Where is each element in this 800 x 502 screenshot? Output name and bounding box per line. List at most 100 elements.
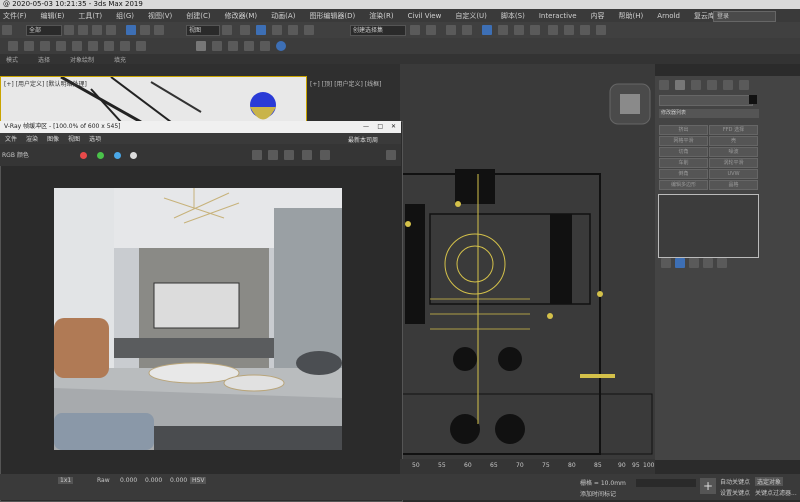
minimize-icon[interactable]: — xyxy=(363,121,369,133)
save-image-icon[interactable] xyxy=(252,150,262,160)
blue-channel-icon[interactable] xyxy=(114,152,121,159)
hierarchy-tab-icon[interactable] xyxy=(691,80,701,90)
modifier-btn-bevel[interactable]: 倒角 xyxy=(659,169,708,179)
menu-tools[interactable]: 工具(T) xyxy=(78,11,102,21)
menu-modifiers[interactable]: 修改器(M) xyxy=(225,11,258,21)
vray-menu-view[interactable]: 视图 xyxy=(68,134,80,143)
render-teapot-icon[interactable] xyxy=(596,25,606,35)
key-filters-button[interactable]: 关键点过滤器... xyxy=(755,488,797,497)
display-icon[interactable] xyxy=(56,41,66,51)
make-unique-icon[interactable] xyxy=(689,258,699,268)
object-color-swatch[interactable] xyxy=(749,95,757,104)
teapot-icon[interactable] xyxy=(136,41,146,51)
render-setup-icon[interactable] xyxy=(530,25,540,35)
motion-icon[interactable] xyxy=(88,41,98,51)
ribbon-tab-select[interactable]: 选择 xyxy=(38,55,50,64)
orbit-icon[interactable] xyxy=(212,41,222,51)
menu-file[interactable]: 文件(F) xyxy=(3,11,27,21)
schematic-view-icon[interactable] xyxy=(498,25,508,35)
spinner-snap-icon[interactable] xyxy=(304,25,314,35)
ribbon-tab-mode[interactable]: 模式 xyxy=(6,55,18,64)
menu-content[interactable]: 内容 xyxy=(591,11,605,21)
alpha-channel-icon[interactable] xyxy=(130,152,137,159)
playback-controls[interactable] xyxy=(636,479,696,487)
red-channel-icon[interactable] xyxy=(80,152,87,159)
angle-snap-icon[interactable] xyxy=(272,25,282,35)
add-key-icon[interactable]: + xyxy=(700,478,716,494)
render-iterative-icon[interactable] xyxy=(580,25,590,35)
menu-graph-editors[interactable]: 图形编辑器(D) xyxy=(309,11,355,21)
isolate-icon[interactable] xyxy=(276,41,286,51)
fov-icon[interactable] xyxy=(260,41,270,51)
menu-animation[interactable]: 动画(A) xyxy=(271,11,295,21)
configure-sets-icon[interactable] xyxy=(717,258,727,268)
ribbon-tab-populate[interactable]: 填充 xyxy=(114,55,126,64)
modifier-btn-noise[interactable]: 噪波 xyxy=(709,147,758,157)
select-object-icon[interactable] xyxy=(64,25,74,35)
menu-group[interactable]: 组(G) xyxy=(116,11,134,21)
lens-effects-icon[interactable] xyxy=(320,150,330,160)
menu-help[interactable]: 帮助(H) xyxy=(619,11,644,21)
menu-civil-view[interactable]: Civil View xyxy=(408,12,442,20)
green-channel-icon[interactable] xyxy=(97,152,104,159)
modifier-btn-lattice[interactable]: 晶格 xyxy=(709,180,758,190)
layer-explorer-icon[interactable] xyxy=(446,25,456,35)
menu-scripting[interactable]: 脚本(S) xyxy=(501,11,525,21)
window-crossing-icon[interactable] xyxy=(106,25,116,35)
ribbon-tab-object-paint[interactable]: 对象绘制 xyxy=(70,55,94,64)
vray-menu-image[interactable]: 图像 xyxy=(47,134,59,143)
toggle-ribbon-icon[interactable] xyxy=(462,25,472,35)
select-manipulate-icon[interactable] xyxy=(240,25,250,35)
modifier-btn-edit-poly[interactable]: 编辑多边形 xyxy=(659,180,708,190)
rect-selection-icon[interactable] xyxy=(92,25,102,35)
menu-create[interactable]: 创建(C) xyxy=(186,11,210,21)
mirror-icon[interactable] xyxy=(410,25,420,35)
select-by-name-icon[interactable] xyxy=(78,25,88,35)
modify-tab-icon[interactable] xyxy=(675,80,685,90)
selected-dropdown[interactable]: 选定对象 xyxy=(755,477,784,486)
undo-icon[interactable] xyxy=(2,25,12,35)
reference-coord-dropdown[interactable]: 视图 xyxy=(186,25,220,36)
selection-filter-dropdown[interactable]: 全部 xyxy=(26,25,62,36)
vray-menu-file[interactable]: 文件 xyxy=(5,134,17,143)
set-key-button[interactable]: 设置关键点 xyxy=(720,488,750,497)
hand-icon[interactable] xyxy=(196,41,206,51)
scale-icon[interactable] xyxy=(154,25,164,35)
align-icon[interactable] xyxy=(426,25,436,35)
display-tab-icon[interactable] xyxy=(723,80,733,90)
zoom-icon[interactable] xyxy=(228,41,238,51)
utilities-icon[interactable] xyxy=(104,41,114,51)
region-render-icon[interactable] xyxy=(284,150,294,160)
snap-toggle-icon[interactable] xyxy=(256,25,266,35)
modifier-btn-ffd-select[interactable]: FFD 选择 xyxy=(709,125,758,135)
menu-rendering[interactable]: 渲染(R) xyxy=(369,11,393,21)
pivot-icon[interactable] xyxy=(222,25,232,35)
rotate-icon[interactable] xyxy=(140,25,150,35)
vray-menu-options[interactable]: 选项 xyxy=(89,134,101,143)
utilities-tab-icon[interactable] xyxy=(739,80,749,90)
menu-arnold[interactable]: Arnold xyxy=(657,12,680,20)
motion-tab-icon[interactable] xyxy=(707,80,717,90)
modifier-btn-shell[interactable]: 壳 xyxy=(709,136,758,146)
add-time-tag-button[interactable]: 添加时间标记 xyxy=(580,489,616,498)
show-end-result-icon[interactable] xyxy=(675,258,685,268)
menu-customize[interactable]: 自定义(U) xyxy=(455,11,487,21)
modifier-list-dropdown[interactable]: 修改器列表 xyxy=(659,109,759,118)
unlink-icon[interactable] xyxy=(24,41,34,51)
modifier-btn-extrude[interactable]: 挤出 xyxy=(659,125,708,135)
render-frame-icon[interactable] xyxy=(548,25,558,35)
menu-edit[interactable]: 编辑(E) xyxy=(41,11,65,21)
render-teapot-icon[interactable] xyxy=(386,150,396,160)
link-icon[interactable] xyxy=(8,41,18,51)
curve-editor-icon[interactable] xyxy=(482,25,492,35)
timeline[interactable]: 50 55 60 65 70 75 80 85 90 95 100 xyxy=(400,459,655,474)
move-icon[interactable] xyxy=(126,25,136,35)
viewport-nav-icon[interactable] xyxy=(120,41,130,51)
menu-view[interactable]: 视图(V) xyxy=(148,11,172,21)
hierarchy-icon[interactable] xyxy=(72,41,82,51)
remove-modifier-icon[interactable] xyxy=(703,258,713,268)
vray-menu-render[interactable]: 渲染 xyxy=(26,134,38,143)
object-name-field[interactable] xyxy=(659,95,753,106)
render-icon[interactable] xyxy=(564,25,574,35)
auto-key-button[interactable]: 自动关键点 xyxy=(720,477,750,486)
